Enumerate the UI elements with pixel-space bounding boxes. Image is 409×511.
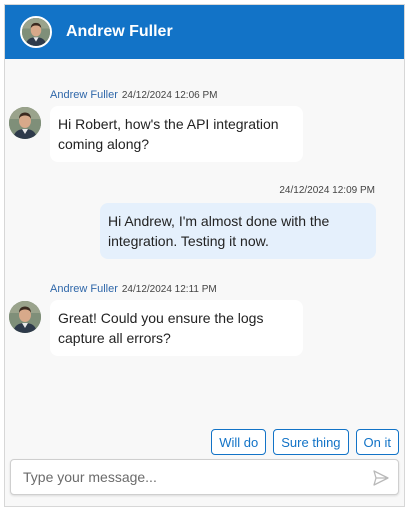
suggestion-will-do-button[interactable]: Will do [211, 429, 267, 455]
message-time: 24/12/2024 12:06 PM [121, 90, 218, 101]
user-avatar-icon [20, 16, 52, 48]
suggestion-on-it-button[interactable]: On it [355, 429, 399, 455]
sender-avatar-icon [9, 301, 41, 333]
quick-reply-suggestions: Will do Sure thing On it [211, 429, 399, 455]
chat-window: Andrew Fuller Andrew Fuller 24/12/2024 12… [4, 4, 405, 507]
message-bubble-outgoing: Hi Andrew, I'm almost done with the inte… [100, 203, 376, 259]
chat-header: Andrew Fuller [5, 5, 404, 59]
send-icon[interactable] [372, 469, 390, 487]
message-sender: Andrew Fuller [50, 89, 118, 101]
sender-avatar-icon [9, 107, 41, 139]
message-composer [10, 459, 399, 495]
message-time: 24/12/2024 12:11 PM [121, 284, 217, 295]
message-bubble-incoming: Great! Could you ensure the logs capture… [50, 300, 303, 356]
chat-title: Andrew Fuller [66, 23, 173, 40]
message-meta: Andrew Fuller 24/12/2024 12:11 PM [50, 283, 217, 295]
message-bubble-incoming: Hi Robert, how's the API integration com… [50, 106, 303, 162]
message-meta: 24/12/2024 12:09 PM [279, 185, 375, 196]
message-sender: Andrew Fuller [50, 283, 118, 295]
message-meta: Andrew Fuller 24/12/2024 12:06 PM [50, 89, 218, 101]
message-input[interactable] [11, 460, 361, 494]
message-time: 24/12/2024 12:09 PM [279, 185, 375, 196]
suggestion-sure-thing-button[interactable]: Sure thing [273, 429, 349, 455]
